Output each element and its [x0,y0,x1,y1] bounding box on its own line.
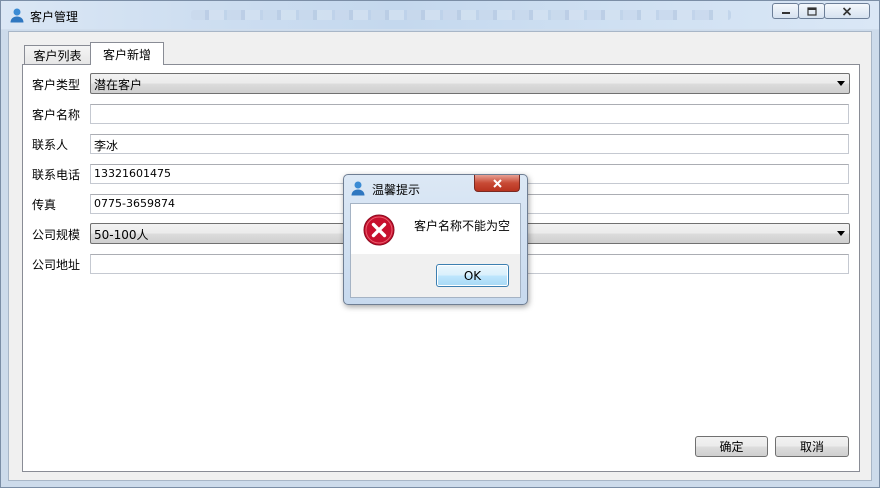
customer-name-label: 客户名称 [32,108,81,122]
user-icon [351,181,365,196]
fax-label: 传真 [32,198,57,212]
dialog-message-area: 客户名称不能为空 [351,204,520,254]
dialog-message: 客户名称不能为空 [414,219,511,233]
cancel-button[interactable]: 取消 [775,436,849,457]
customer-type-label: 客户类型 [32,78,81,92]
ok-button[interactable]: OK [436,264,509,287]
customer-type-select[interactable]: 潜在客户 [90,73,850,94]
tab-customer-new[interactable]: 客户新增 [90,42,164,65]
address-label: 公司地址 [32,258,81,272]
title-bar[interactable]: 客户管理 [1,1,879,29]
dialog-title: 温馨提示 [372,183,421,197]
minimize-icon [781,12,790,14]
company-size-label: 公司规模 [32,228,81,242]
tab-label: 客户新增 [102,47,151,62]
tab-label: 客户列表 [33,49,82,63]
title-bar-blur [191,10,731,20]
contact-field[interactable]: 李冰 [90,134,849,154]
close-icon [842,6,852,16]
close-button[interactable] [824,3,870,19]
maximize-icon [806,6,817,16]
confirm-button[interactable]: 确定 [695,436,768,457]
dialog-body: 客户名称不能为空 OK [350,203,521,298]
warning-dialog: 温馨提示 客户名称不能为空 OK [343,174,528,305]
dialog-close-button[interactable] [474,175,520,192]
maximize-button[interactable] [798,3,825,19]
contact-label: 联系人 [32,138,69,152]
window-title: 客户管理 [30,10,79,24]
close-icon [492,178,502,188]
chevron-down-icon [837,81,845,86]
customer-name-field[interactable] [90,104,849,124]
company-size-value: 50-100人 [94,228,149,242]
customer-type-value: 潜在客户 [94,78,143,92]
tab-customer-list[interactable]: 客户列表 [24,45,91,65]
minimize-button[interactable] [772,3,799,19]
phone-label: 联系电话 [32,168,81,182]
chevron-down-icon [837,231,845,236]
error-icon [363,214,395,246]
user-icon [10,8,24,23]
